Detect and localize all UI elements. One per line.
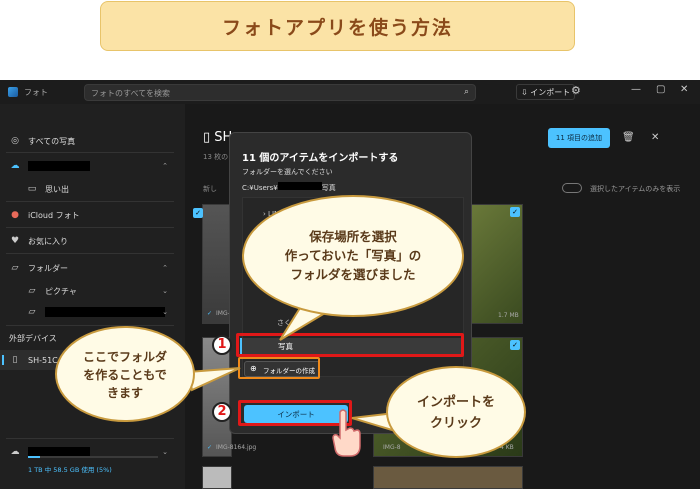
callout-left: ここでフォルダ を作ることもで きます <box>55 326 195 422</box>
pointing-hand-icon <box>330 408 364 458</box>
callout-main: 保存場所を選択 作っておいた「写真」の フォルダを選びました <box>242 195 464 317</box>
callout-right: インポートを クリック <box>386 366 526 458</box>
callout-pointer <box>186 367 241 392</box>
